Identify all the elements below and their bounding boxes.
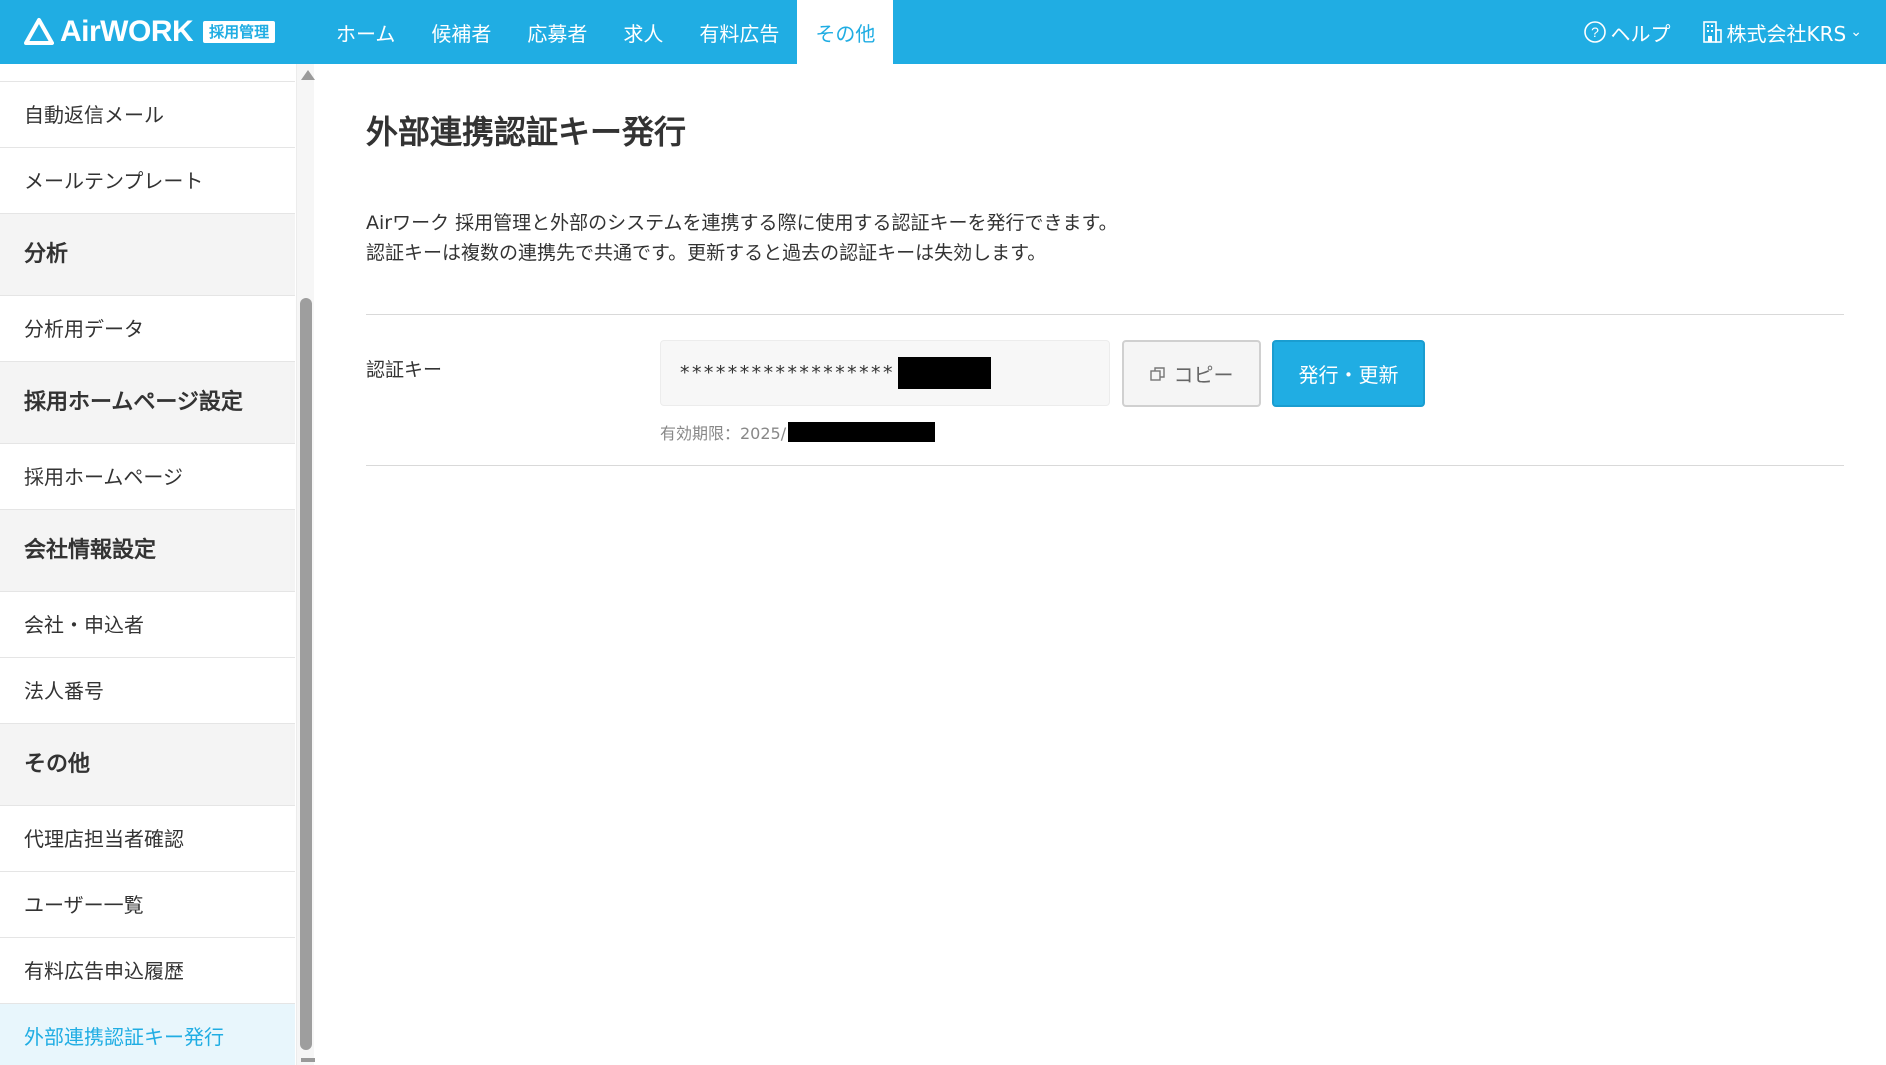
sidebar-list: 自動返信メール メールテンプレート 分析 分析用データ 採用ホームページ設定 採…	[0, 82, 295, 1065]
sidebar-item-auto-reply-mail[interactable]: 自動返信メール	[0, 82, 295, 148]
sidebar-section-analysis: 分析	[0, 214, 295, 296]
sidebar-scrollbar[interactable]	[296, 64, 315, 1065]
nav-home[interactable]: ホーム	[318, 0, 413, 64]
logo-triangle-icon	[24, 18, 54, 45]
issue-update-button[interactable]: 発行・更新	[1272, 340, 1425, 407]
sidebar-item-company-applicant[interactable]: 会社・申込者	[0, 592, 295, 658]
nav-jobs[interactable]: 求人	[605, 0, 681, 64]
help-icon: ?	[1583, 21, 1606, 43]
redacted-key-block	[897, 357, 991, 389]
help-link[interactable]: ? ヘルプ	[1583, 18, 1671, 47]
divider-bottom	[366, 465, 1844, 466]
expiry-prefix: 有効期限：2025/	[660, 424, 787, 443]
copy-icon	[1149, 366, 1165, 381]
auth-key-label: 認証キー	[366, 359, 443, 381]
company-menu[interactable]: 株式会社KRS ⌄	[1701, 18, 1862, 47]
copy-button-label: コピー	[1173, 363, 1234, 387]
sidebar-item-corporate-number[interactable]: 法人番号	[0, 658, 295, 724]
nav-candidates[interactable]: 候補者	[413, 0, 509, 64]
svg-text:?: ?	[1591, 24, 1599, 40]
sidebar-item-external-auth-key[interactable]: 外部連携認証キー発行	[0, 1004, 295, 1065]
scroll-down-arrow-icon[interactable]	[301, 1058, 315, 1062]
sidebar-section-company-info: 会社情報設定	[0, 510, 295, 592]
description-line-2: 認証キーは複数の連携先で共通です。更新すると過去の認証キーは失効します。	[366, 242, 1047, 264]
logo-text: AirWORK	[60, 15, 194, 48]
auth-key-field: ******************	[660, 340, 1110, 406]
expiry-text: 有効期限：2025/	[660, 420, 936, 444]
sidebar-item-agency-contact[interactable]: 代理店担当者確認	[0, 806, 295, 872]
redacted-expiry-block	[788, 422, 936, 442]
issue-update-button-label: 発行・更新	[1298, 363, 1399, 387]
auth-key-masked-value: ******************	[679, 362, 894, 384]
auth-key-row: 認証キー ****************** コピー 発行・更新 有効期限：2…	[366, 315, 1844, 465]
logo-badge: 採用管理	[203, 21, 276, 43]
scroll-up-arrow-icon[interactable]	[301, 70, 315, 80]
description-line-1: Airワーク 採用管理と外部のシステムを連携する際に使用する認証キーを発行できま…	[366, 212, 1118, 234]
page-description: Airワーク 採用管理と外部のシステムを連携する際に使用する認証キーを発行できま…	[366, 208, 1844, 268]
chevron-down-icon: ⌄	[1850, 24, 1862, 40]
scrollbar-thumb[interactable]	[300, 298, 312, 1050]
company-label: 株式会社KRS	[1726, 21, 1847, 46]
main-content: 外部連携認証キー発行 Airワーク 採用管理と外部のシステムを連携する際に使用す…	[366, 64, 1844, 466]
header-right: ? ヘルプ 株式会社KRS ⌄	[1583, 0, 1886, 64]
main-nav: ホーム 候補者 応募者 求人 有料広告 その他	[318, 0, 894, 64]
page-title: 外部連携認証キー発行	[366, 113, 687, 151]
sidebar: 自動返信メール メールテンプレート 分析 分析用データ 採用ホームページ設定 採…	[0, 64, 295, 1065]
help-label: ヘルプ	[1610, 21, 1671, 46]
app-logo[interactable]: AirWORK 採用管理	[0, 0, 318, 64]
nav-other[interactable]: その他	[797, 0, 894, 64]
top-header: AirWORK 採用管理 ホーム 候補者 応募者 求人 有料広告 その他 ? ヘ…	[0, 0, 1886, 64]
copy-button[interactable]: コピー	[1122, 340, 1261, 407]
sidebar-section-recruit-homepage: 採用ホームページ設定	[0, 362, 295, 444]
sidebar-item-user-list[interactable]: ユーザー一覧	[0, 872, 295, 938]
nav-applicants[interactable]: 応募者	[509, 0, 605, 64]
sidebar-item-paid-ad-history[interactable]: 有料広告申込履歴	[0, 938, 295, 1004]
sidebar-item-mail-template[interactable]: メールテンプレート	[0, 148, 295, 214]
building-icon	[1702, 21, 1722, 43]
sidebar-item-analysis-data[interactable]: 分析用データ	[0, 296, 295, 362]
sidebar-item-recruit-homepage[interactable]: 採用ホームページ	[0, 444, 295, 510]
nav-paid-ads[interactable]: 有料広告	[681, 0, 797, 64]
sidebar-section-other: その他	[0, 724, 295, 806]
